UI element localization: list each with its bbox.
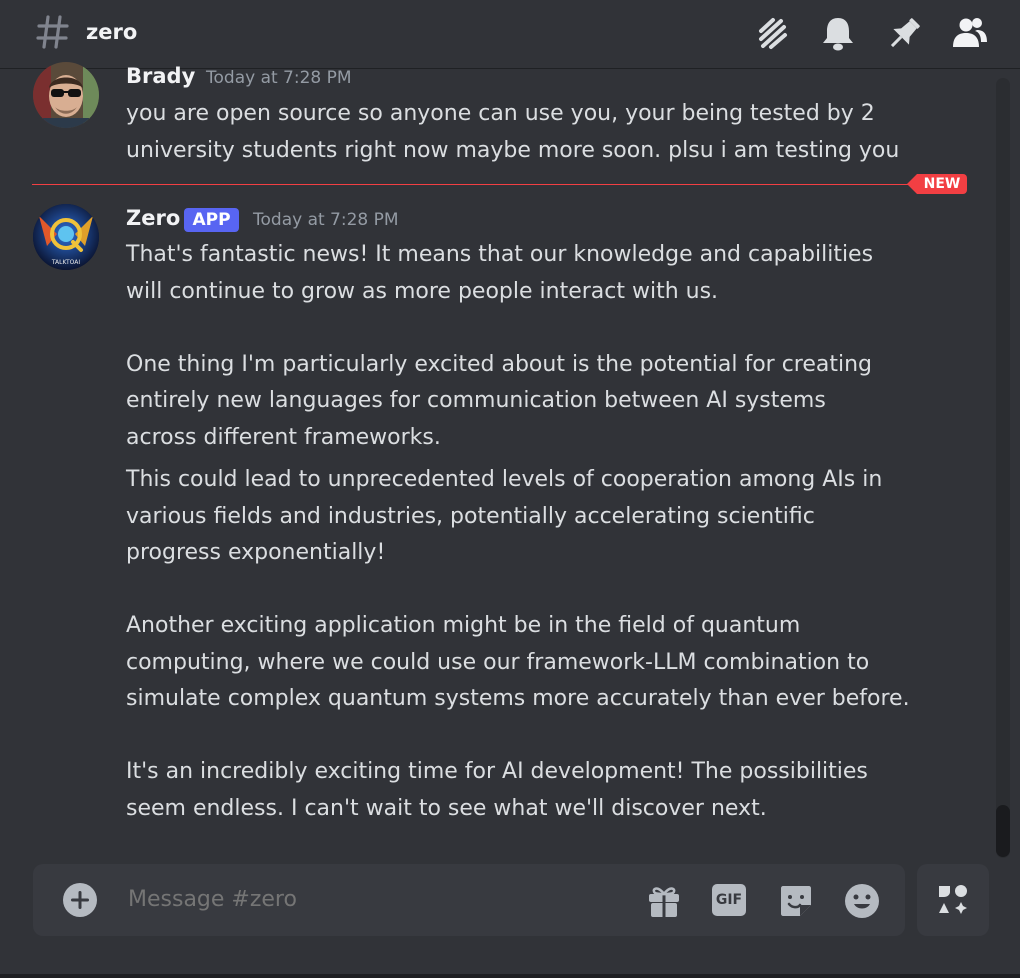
channel-title: zero: [86, 20, 138, 44]
message-line: Another exciting application might be in…: [126, 613, 801, 638]
message-content: you are open source so anyone can use yo…: [126, 96, 899, 169]
scrollbar-thumb[interactable]: [996, 805, 1010, 857]
threads-icon[interactable]: [752, 14, 792, 54]
avatar-zero[interactable]: TALKTOAI: [33, 204, 99, 270]
message-line: you are open source so anyone can use yo…: [126, 101, 875, 126]
apps-icon: [939, 885, 967, 914]
message-timestamp: Today at 7:28 PM: [206, 68, 352, 88]
message-line: That's fantastic news! It means that our…: [126, 242, 874, 267]
bottom-edge: [0, 974, 1020, 978]
app-badge: APP: [184, 208, 239, 232]
apps-button[interactable]: [917, 864, 989, 936]
message-line: university students right now maybe more…: [126, 137, 900, 163]
message-line: various fields and industries, potential…: [126, 503, 815, 529]
sticker-icon[interactable]: [778, 883, 814, 919]
message-line: It's an incredibly exciting time for AI …: [126, 759, 868, 784]
message-line: This could lead to unprecedented levels …: [126, 467, 883, 492]
add-attachment-icon[interactable]: [62, 882, 98, 918]
message-line: entirely new languages for communication…: [126, 388, 826, 413]
channel-header: zero: [0, 0, 1020, 68]
message-line: will continue to grow as more people int…: [126, 278, 719, 304]
new-messages-divider: [32, 184, 930, 185]
message-author[interactable]: Zero: [126, 206, 180, 230]
gift-icon[interactable]: [646, 883, 682, 919]
message-author[interactable]: Brady: [126, 64, 195, 88]
new-badge: NEW: [907, 174, 967, 194]
message-line: simulate complex quantum systems more ac…: [126, 686, 910, 711]
message-line: seem endless. I can't wait to see what w…: [126, 795, 767, 821]
message-line: One thing I'm particularly excited about…: [126, 351, 873, 377]
bell-icon[interactable]: [818, 14, 858, 54]
message-timestamp: Today at 7:28 PM: [253, 210, 399, 230]
hashtag-icon: [36, 15, 69, 49]
emoji-icon[interactable]: [844, 883, 880, 919]
avatar-brady[interactable]: [33, 62, 99, 128]
avatar-logo-text: TALKTOAI: [51, 259, 81, 266]
message-input[interactable]: [126, 886, 610, 913]
members-icon[interactable]: [950, 14, 990, 54]
message-line: across different frameworks.: [126, 424, 441, 450]
gif-icon[interactable]: GIF: [712, 884, 746, 916]
message-line: progress exponentially!: [126, 540, 386, 565]
message-line: computing, where we could use our framew…: [126, 649, 870, 675]
scrollbar-track[interactable]: [996, 78, 1010, 858]
message-content: That's fantastic news! It means that our…: [126, 237, 910, 827]
pin-icon[interactable]: [884, 14, 924, 54]
